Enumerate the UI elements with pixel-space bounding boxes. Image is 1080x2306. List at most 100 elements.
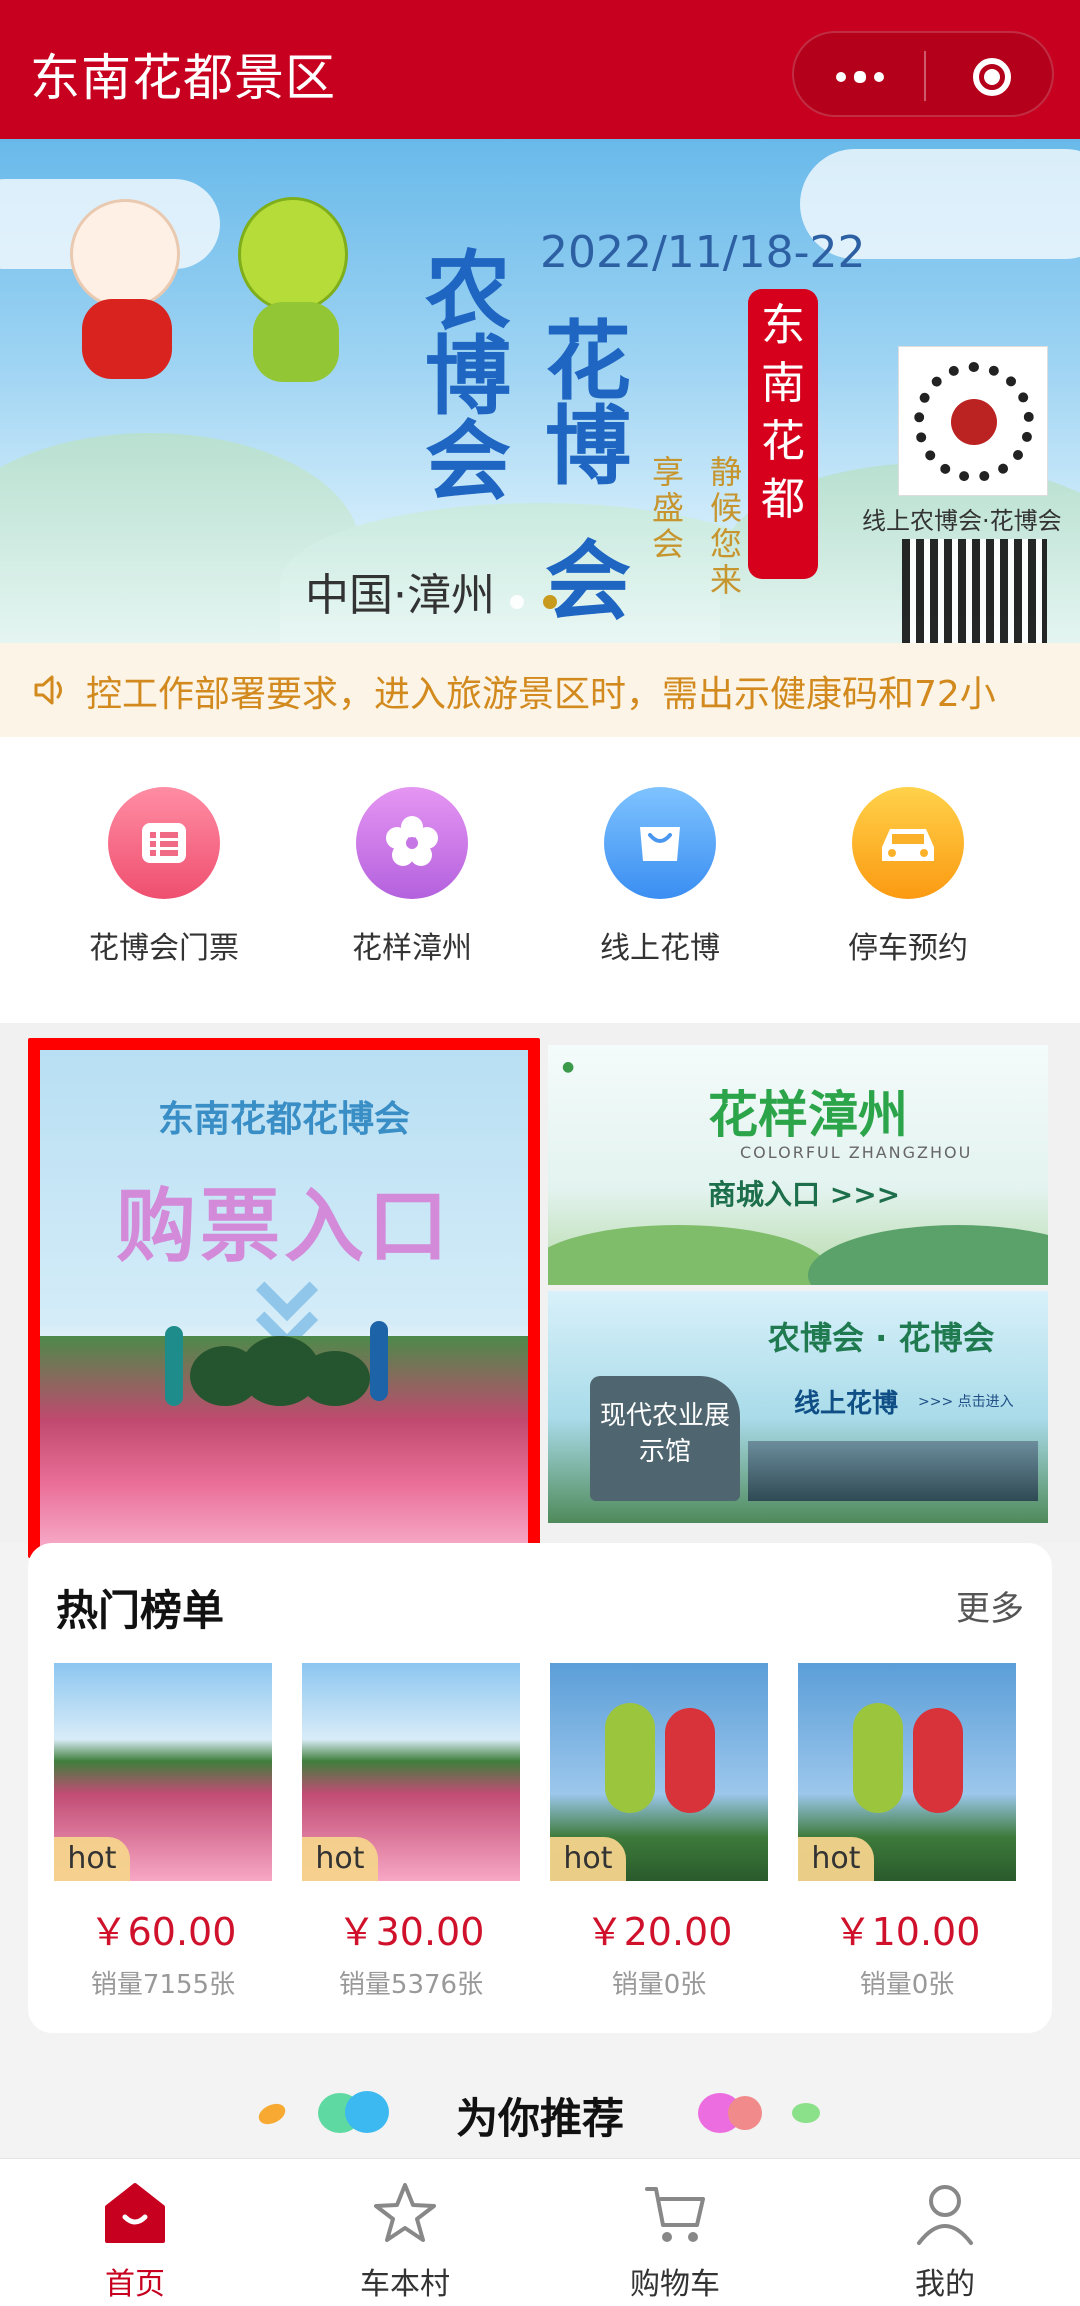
building	[748, 1441, 1038, 1501]
flower-icon	[356, 787, 468, 899]
recommend-section: 为你推荐	[0, 2033, 1080, 2158]
hot-item[interactable]: hot ￥10.00 销量0张	[798, 1663, 1016, 2001]
tab-label: 首页	[105, 2267, 165, 2302]
hot-badge: hot	[54, 1837, 130, 1881]
product-image: hot	[798, 1663, 1016, 1881]
title-char: 博	[425, 326, 511, 427]
hill	[808, 1225, 1048, 1285]
home-icon	[99, 2177, 171, 2249]
shopping-bag-icon	[604, 787, 716, 899]
close-button[interactable]	[926, 33, 1056, 119]
carousel-dot[interactable]	[510, 595, 524, 609]
tab-home[interactable]: 首页	[35, 2177, 235, 2303]
hot-list-title: 热门榜单	[56, 1586, 225, 1635]
hot-badge: hot	[798, 1837, 874, 1881]
product-sales: 销量5376张	[338, 1970, 484, 2000]
more-link[interactable]: 更多	[956, 1581, 1024, 1630]
tab-label: 购物车	[630, 2267, 720, 2302]
mascot-green	[228, 197, 358, 397]
ticket-entry-card[interactable]: 东南花都花博会 购票入口	[28, 1038, 540, 1558]
promo-grid: 东南花都花博会 购票入口 ● 花样漳州 COLORFUL ZHANGZHOU 商…	[0, 1023, 1080, 1558]
hill	[548, 1225, 828, 1285]
garden-image	[40, 1321, 528, 1546]
more-dot-icon	[836, 72, 846, 82]
menu-item-huayang-zhangzhou[interactable]: 花样漳州	[297, 787, 527, 967]
app-header: 东南花都景区	[0, 0, 1080, 139]
cart-icon	[639, 2177, 711, 2249]
decor-blob	[792, 2103, 820, 2123]
more-dot-icon	[874, 72, 884, 82]
menu-label: 线上花博	[600, 931, 720, 966]
product-image: hot	[302, 1663, 520, 1881]
mall-subtitle: COLORFUL ZHANGZHOU	[740, 1143, 973, 1162]
hot-item[interactable]: hot ￥30.00 销量5376张	[302, 1663, 520, 2001]
hot-list-card: 热门榜单 更多 hot ￥60.00 销量7155张 hot ￥30.00 销量…	[28, 1543, 1052, 2033]
notice-bar[interactable]: 控工作部署要求，进入旅游景区时，需出示健康码和72小	[0, 643, 1080, 737]
menu-item-tickets[interactable]: 花博会门票	[49, 787, 279, 967]
notice-text: 控工作部署要求，进入旅游景区时，需出示健康码和72小	[86, 674, 996, 715]
hero-banner[interactable]: 2022/11/18-22 农 博 会 花 博 会 享盛会 静候您来 东南花都 …	[0, 139, 1080, 643]
product-sales: 销量0张	[611, 1970, 707, 2000]
menu-label: 停车预约	[848, 931, 968, 966]
menu-label: 花博会门票	[89, 931, 239, 966]
qr-code	[902, 539, 1047, 643]
banner-red-badge: 东南花都	[748, 289, 818, 579]
exhibition-stone: 现代农业展示馆	[590, 1376, 740, 1501]
bottom-tabbar: 首页 车本村 购物车 我的	[0, 2158, 1080, 2306]
hot-badge: hot	[302, 1837, 378, 1881]
event-date: 2022/11/18-22	[540, 227, 866, 278]
mall-entry-card[interactable]: ● 花样漳州 COLORFUL ZHANGZHOU 商城入口 >>>	[548, 1045, 1048, 1285]
mall-logo: ●	[562, 1059, 575, 1075]
title-char: 花	[545, 311, 631, 412]
online-card-hint: >>> 点击进入	[918, 1394, 1014, 1410]
online-card-heading: 农博会 · 花博会	[768, 1319, 995, 1357]
carousel-dot-active[interactable]	[543, 595, 558, 609]
quick-menu: 花博会门票 花样漳州 线上花博 停车预约	[0, 737, 1080, 1023]
recommend-title: 为你推荐	[455, 2094, 624, 2143]
hot-badge: hot	[550, 1837, 626, 1881]
hot-item[interactable]: hot ￥60.00 销量7155张	[54, 1663, 272, 2001]
car-icon	[852, 787, 964, 899]
title-char: 农	[425, 241, 511, 342]
banner-side-text: 静候您来	[710, 453, 743, 599]
hot-item[interactable]: hot ￥20.00 销量0张	[550, 1663, 768, 2001]
decor-blob	[728, 2096, 762, 2130]
menu-label: 花样漳州	[352, 931, 472, 966]
tab-village[interactable]: 车本村	[305, 2177, 505, 2303]
product-price: ￥10.00	[833, 1910, 981, 1954]
product-price: ￥30.00	[337, 1910, 485, 1954]
product-price: ￥60.00	[89, 1910, 237, 1954]
ticket-icon	[108, 787, 220, 899]
miniprogram-qr-code	[898, 346, 1048, 496]
page-title: 东南花都景区	[30, 49, 336, 107]
user-icon	[909, 2177, 981, 2249]
speaker-icon	[34, 675, 62, 705]
banner-side-text: 享盛会	[652, 453, 685, 563]
banner-location: 中国·漳州	[305, 570, 495, 621]
mall-entry-label: 商城入口 >>>	[708, 1178, 901, 1211]
menu-item-online-expo[interactable]: 线上花博	[545, 787, 775, 967]
more-button[interactable]	[794, 33, 924, 119]
product-sales: 销量0张	[859, 1970, 955, 2000]
close-target-dot	[984, 69, 1000, 85]
mascot-red	[60, 199, 190, 389]
online-expo-card[interactable]: 农博会 · 花博会 线上花博 >>> 点击进入 现代农业展示馆	[548, 1291, 1048, 1523]
title-char: 会	[425, 411, 511, 512]
qr-caption: 线上农博会·花博会	[862, 507, 1062, 535]
menu-item-parking[interactable]: 停车预约	[793, 787, 1023, 967]
star-icon	[369, 2177, 441, 2249]
product-price: ￥20.00	[585, 1910, 733, 1954]
miniprogram-capsule	[792, 31, 1054, 117]
ticket-card-title: 东南花都花博会	[157, 1099, 410, 1140]
title-char: 博	[545, 396, 631, 497]
mall-brand: 花样漳州	[708, 1085, 908, 1144]
tab-label: 我的	[915, 2267, 975, 2302]
more-dot-icon	[854, 71, 866, 83]
tab-cart[interactable]: 购物车	[575, 2177, 775, 2303]
tab-label: 车本村	[360, 2267, 450, 2302]
product-image: hot	[550, 1663, 768, 1881]
carousel-indicator	[510, 594, 571, 613]
product-sales: 销量7155张	[90, 1970, 236, 2000]
tab-mine[interactable]: 我的	[845, 2177, 1045, 2303]
product-image: hot	[54, 1663, 272, 1881]
